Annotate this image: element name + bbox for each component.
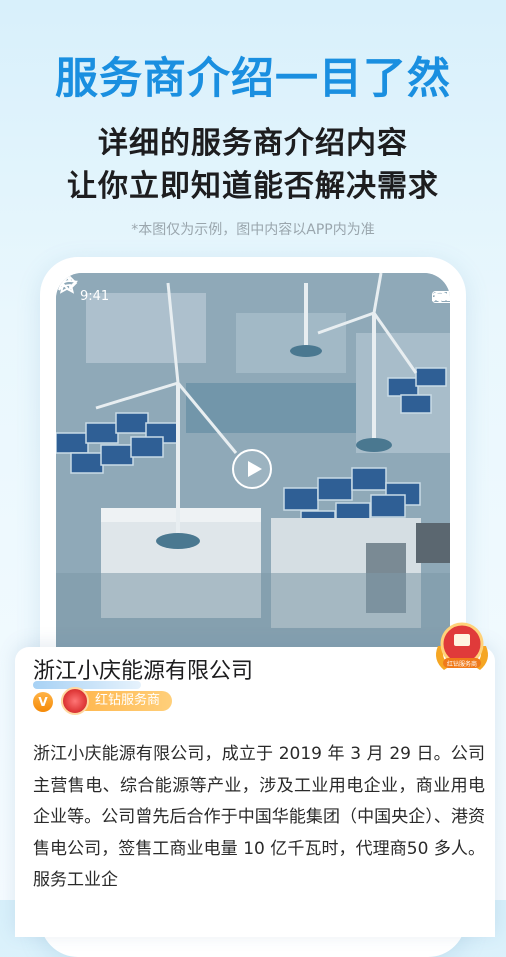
medal-icon: 红钻服务商 xyxy=(436,622,488,670)
battery-icon xyxy=(432,291,450,303)
diamond-icon xyxy=(61,687,89,715)
headline: 服务商介绍一目了然 xyxy=(55,54,451,104)
status-time: 9:41 xyxy=(80,289,110,304)
subtitle-line-1: 详细的服务商介绍内容 xyxy=(98,126,408,161)
video-cover[interactable]: 9:41 xyxy=(56,273,450,673)
company-card: 浙江小庆能源有限公司 V 红钻服务商 浙江小庆能源有限公司，成立于 2019 年… xyxy=(15,647,495,937)
play-icon[interactable] xyxy=(232,449,272,489)
verified-badge: V xyxy=(33,692,53,712)
subtitle-line-2: 让你立即知道能否解决需求 xyxy=(67,169,439,204)
disclaimer: *本图仅为示例，图中内容以APP内为准 xyxy=(131,222,375,238)
medal-label: 红钻服务商 xyxy=(447,660,477,668)
company-description: 浙江小庆能源有限公司，成立于 2019 年 3 月 29 日。公司主营售电、综合… xyxy=(33,744,485,890)
share-icon[interactable] xyxy=(56,273,78,295)
company-name: 浙江小庆能源有限公司 xyxy=(33,659,254,684)
